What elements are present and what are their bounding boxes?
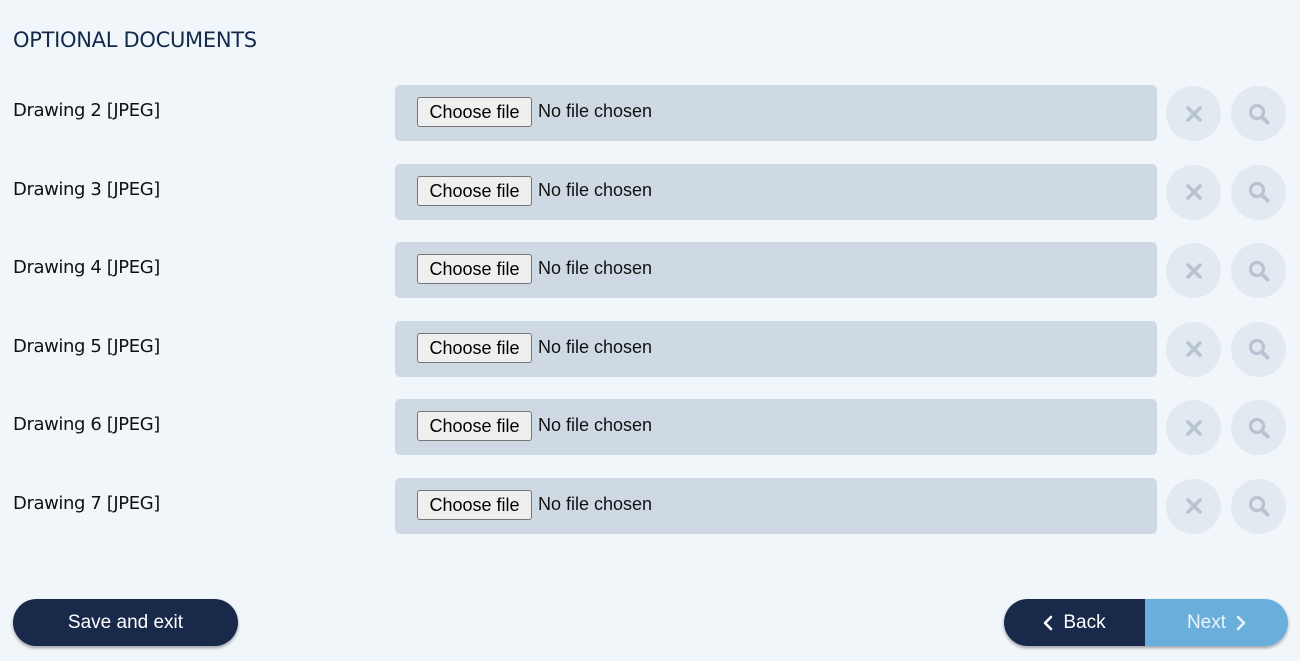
save-and-exit-button[interactable]: Save and exit xyxy=(13,599,238,646)
document-row: Drawing 2 [JPEG] Choose file No file cho… xyxy=(0,85,1300,141)
view-file-button[interactable] xyxy=(1231,243,1286,299)
section-title: OPTIONAL DOCUMENTS xyxy=(13,28,257,52)
clear-file-button[interactable] xyxy=(1166,400,1221,456)
document-label: Drawing 7 [JPEG] xyxy=(13,492,160,514)
search-icon xyxy=(1248,181,1269,203)
document-label: Drawing 6 [JPEG] xyxy=(13,414,160,436)
choose-file-button[interactable]: Choose file xyxy=(417,175,532,206)
file-status: No file chosen xyxy=(538,415,653,436)
back-button[interactable]: Back xyxy=(1004,599,1145,646)
back-button-label: Back xyxy=(1063,611,1106,633)
document-row: Drawing 3 [JPEG] Choose file No file cho… xyxy=(0,163,1300,220)
choose-file-button[interactable]: Choose file xyxy=(417,97,532,127)
search-icon xyxy=(1248,417,1269,439)
choose-file-button[interactable]: Choose file xyxy=(417,332,532,363)
view-file-button[interactable] xyxy=(1231,478,1286,534)
file-input[interactable]: Choose file No file chosen xyxy=(395,399,1157,456)
choose-file-button[interactable]: Choose file xyxy=(417,489,532,520)
file-status: No file chosen xyxy=(538,101,653,121)
clear-file-button[interactable] xyxy=(1166,478,1221,534)
close-icon xyxy=(1185,420,1202,436)
document-row: Drawing 7 [JPEG] Choose file No file cho… xyxy=(0,477,1300,534)
document-label: Drawing 2 [JPEG] xyxy=(13,100,160,121)
pagination-nav: Back Next xyxy=(1004,599,1288,646)
clear-file-button[interactable] xyxy=(1166,86,1221,141)
file-input[interactable]: Choose file No file chosen xyxy=(395,320,1157,377)
document-row: Drawing 6 [JPEG] Choose file No file cho… xyxy=(0,399,1300,456)
choose-file-button[interactable]: Choose file xyxy=(417,411,532,442)
search-icon xyxy=(1248,103,1269,124)
close-icon xyxy=(1185,184,1202,200)
clear-file-button[interactable] xyxy=(1166,243,1221,299)
search-icon xyxy=(1248,496,1269,517)
view-file-button[interactable] xyxy=(1231,86,1286,141)
next-button-label: Next xyxy=(1186,611,1227,633)
document-label: Drawing 5 [JPEG] xyxy=(13,335,160,357)
close-icon xyxy=(1185,105,1202,122)
file-status: No file chosen xyxy=(538,336,653,357)
document-row: Drawing 5 [JPEG] Choose file No file cho… xyxy=(0,320,1300,377)
document-row: Drawing 4 [JPEG] Choose file No file cho… xyxy=(0,242,1300,299)
file-input[interactable]: Choose file No file chosen xyxy=(395,85,1157,141)
document-list: Drawing 2 [JPEG] Choose file No file cho… xyxy=(0,85,1300,557)
search-icon xyxy=(1248,339,1269,360)
chevron-right-icon xyxy=(1236,615,1246,631)
close-icon xyxy=(1185,262,1202,279)
next-button[interactable]: Next xyxy=(1145,599,1288,646)
close-icon xyxy=(1185,498,1202,515)
clear-file-button[interactable] xyxy=(1166,164,1221,220)
file-status: No file chosen xyxy=(538,493,653,514)
document-label: Drawing 3 [JPEG] xyxy=(13,178,160,200)
chevron-left-icon xyxy=(1043,615,1053,631)
file-input[interactable]: Choose file No file chosen xyxy=(395,242,1157,299)
choose-file-button[interactable]: Choose file xyxy=(417,254,532,285)
file-input[interactable]: Choose file No file chosen xyxy=(395,477,1157,534)
close-icon xyxy=(1185,341,1202,358)
file-input[interactable]: Choose file No file chosen xyxy=(395,163,1157,220)
view-file-button[interactable] xyxy=(1231,400,1286,456)
view-file-button[interactable] xyxy=(1231,164,1286,220)
file-status: No file chosen xyxy=(538,258,653,279)
view-file-button[interactable] xyxy=(1231,321,1286,377)
document-label: Drawing 4 [JPEG] xyxy=(13,257,160,279)
search-icon xyxy=(1248,260,1269,282)
file-status: No file chosen xyxy=(538,179,653,200)
clear-file-button[interactable] xyxy=(1166,321,1221,377)
